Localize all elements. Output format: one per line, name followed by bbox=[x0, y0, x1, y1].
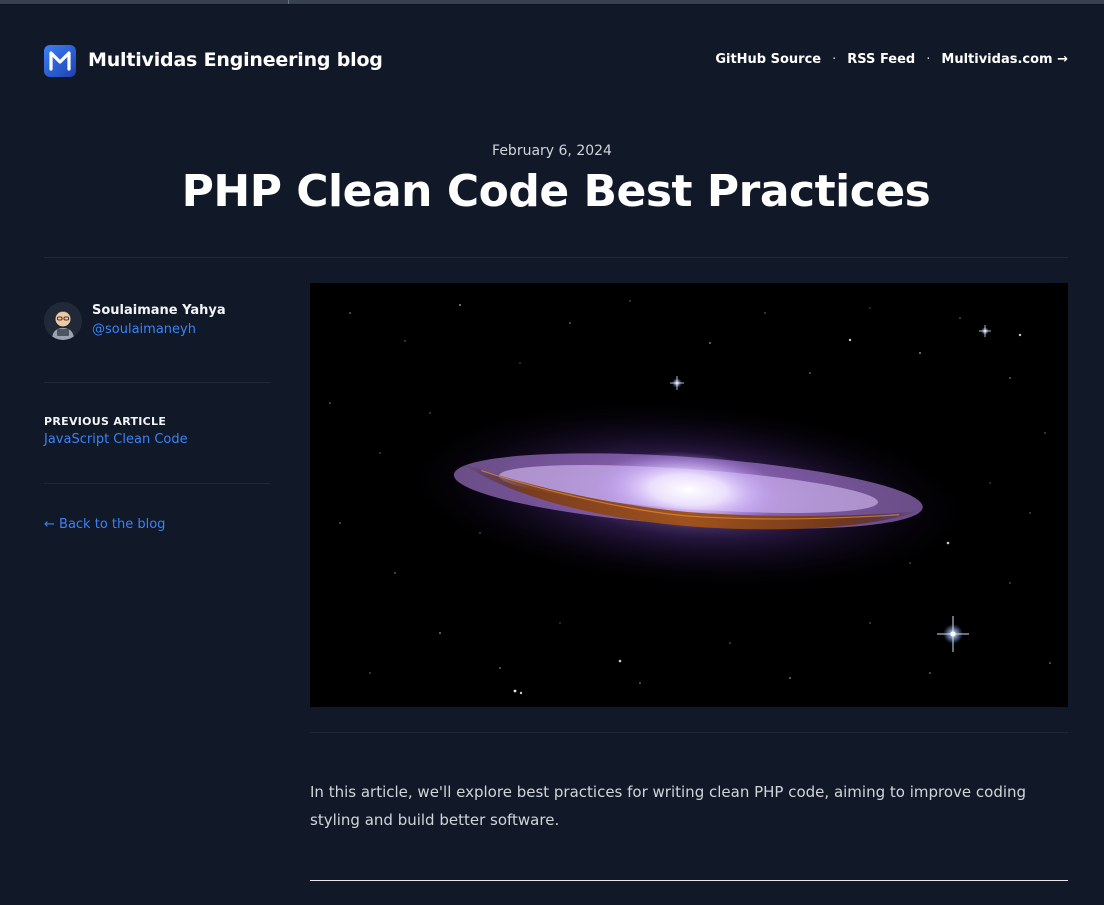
article-date: February 6, 2024 bbox=[492, 143, 612, 159]
author-name: Soulaimane Yahya bbox=[92, 303, 226, 318]
article-intro: In this article, we'll explore best prac… bbox=[310, 783, 1027, 829]
nav-separator: · bbox=[926, 52, 931, 67]
user-avatar[interactable] bbox=[44, 301, 82, 340]
top-bar-tick bbox=[288, 0, 289, 4]
content-divider bbox=[310, 880, 1068, 881]
previous-article-link[interactable]: JavaScript Clean Code bbox=[44, 432, 188, 447]
brand[interactable]: Multividas Engineering blog bbox=[44, 42, 383, 77]
content-divider bbox=[310, 732, 1068, 733]
nav-multividas-com[interactable]: Multividas.com → bbox=[941, 52, 1068, 67]
author-handle-link[interactable]: @soulaimaneyh bbox=[92, 320, 226, 340]
header-divider bbox=[44, 257, 1068, 258]
sidebar-divider bbox=[44, 382, 270, 383]
sidebar-divider bbox=[44, 483, 270, 484]
multividas-m-logo-icon[interactable] bbox=[44, 45, 76, 77]
previous-article-label: PREVIOUS ARTICLE bbox=[44, 415, 167, 428]
galaxy-image bbox=[310, 283, 1068, 707]
back-to-blog-link[interactable]: ← Back to the blog bbox=[44, 517, 165, 532]
nav-rss-feed[interactable]: RSS Feed bbox=[847, 52, 915, 67]
browser-top-bar bbox=[0, 0, 1104, 5]
nav-separator: · bbox=[832, 52, 837, 67]
site-title[interactable]: Multividas Engineering blog bbox=[88, 49, 383, 71]
article-title: PHP Clean Code Best Practices bbox=[181, 166, 931, 217]
site-header: Multividas Engineering blog GitHub Sourc… bbox=[44, 42, 1068, 82]
nav-github-source[interactable]: GitHub Source bbox=[715, 52, 821, 67]
top-nav: GitHub Source · RSS Feed · Multividas.co… bbox=[715, 52, 1068, 67]
author-card: Soulaimane Yahya @soulaimaneyh bbox=[44, 301, 226, 340]
